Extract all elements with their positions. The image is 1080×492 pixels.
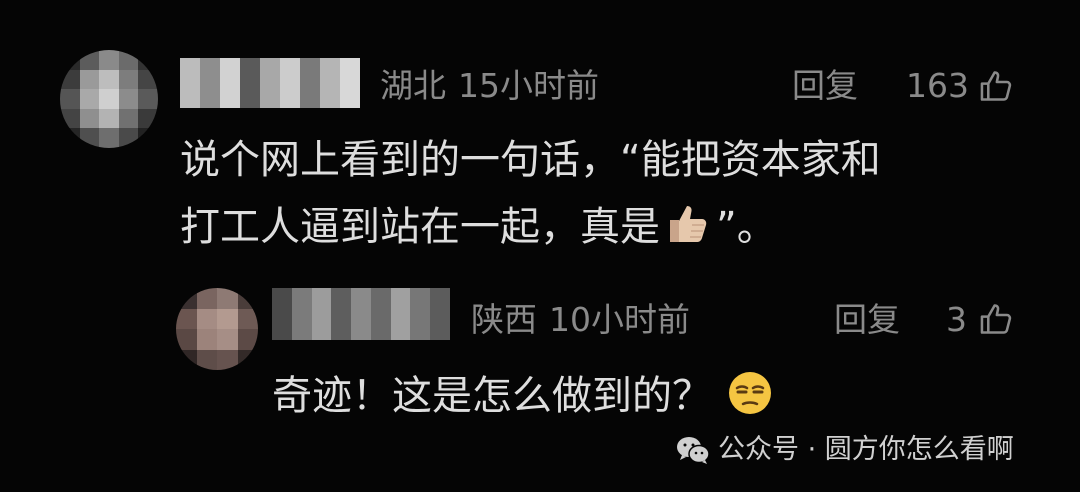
blur-pixel xyxy=(272,288,292,340)
blur-pixel xyxy=(99,108,119,129)
blur-pixel xyxy=(340,58,360,108)
blur-pixel xyxy=(200,58,220,108)
blur-pixel xyxy=(217,288,238,309)
blur-pixel xyxy=(176,288,197,309)
blur-pixel xyxy=(196,288,217,309)
blur-pixel xyxy=(118,50,139,70)
blur-pixel xyxy=(60,128,80,148)
blur-pixel xyxy=(176,349,197,370)
blur-pixel xyxy=(118,128,139,148)
blur-pixel xyxy=(79,89,100,109)
blur-pixel xyxy=(99,89,119,109)
blur-pixel xyxy=(217,349,238,370)
time-label: 15小时前 xyxy=(458,66,599,105)
blur-pixel xyxy=(311,288,332,340)
reply-reply-button[interactable]: 回复 xyxy=(834,300,900,340)
blur-pixel xyxy=(237,288,258,309)
avatar-main-comment[interactable] xyxy=(60,50,158,148)
blur-pixel xyxy=(370,288,391,340)
comment-text-before-emoji: 打工人逼到站在一起，真是 xyxy=(180,204,660,250)
blur-pixel xyxy=(196,308,217,329)
blur-pixel xyxy=(430,288,450,340)
blur-pixel xyxy=(291,288,312,340)
blur-pixel xyxy=(180,58,200,108)
thumbs-up-icon[interactable] xyxy=(978,300,1016,338)
reply-like-count: 3 xyxy=(946,300,967,339)
unamused-face-emoji-icon xyxy=(729,372,771,414)
thumbs-up-emoji-icon xyxy=(670,206,707,242)
blur-pixel xyxy=(217,308,238,329)
blur-pixel xyxy=(118,89,139,109)
blur-pixel xyxy=(351,288,371,340)
blur-pixel xyxy=(79,69,100,90)
reply-location-label: 陕西 xyxy=(471,300,537,339)
blur-pixel xyxy=(99,128,119,148)
blur-pixel xyxy=(60,108,80,129)
blur-pixel xyxy=(138,69,158,90)
blur-pixel xyxy=(260,58,280,108)
blur-pixel xyxy=(410,288,431,340)
blur-pixel xyxy=(79,108,100,129)
blur-pixel xyxy=(99,69,119,90)
watermark-text: 公众号 · 圆方你怎么看啊 xyxy=(718,434,1014,465)
blur-pixel xyxy=(138,108,158,129)
comment-text-line-1: 说个网上看到的一句话，“能把资本家和 xyxy=(180,137,881,183)
thumbs-up-icon[interactable] xyxy=(978,67,1016,105)
author-name-blurred[interactable] xyxy=(180,58,360,108)
blur-pixel xyxy=(320,58,340,108)
blur-pixel xyxy=(300,58,320,108)
blur-pixel xyxy=(220,58,240,108)
blur-pixel xyxy=(138,89,158,109)
blur-pixel xyxy=(138,50,158,70)
wechat-icon xyxy=(677,437,710,464)
blur-pixel xyxy=(99,50,119,70)
comment-meta: 湖北 15小时前 xyxy=(380,66,599,106)
comment-text-after-emoji: ”。 xyxy=(716,204,777,250)
like-count: 163 xyxy=(906,66,969,105)
blur-pixel xyxy=(217,329,238,350)
blur-pixel xyxy=(176,308,197,329)
blur-pixel xyxy=(60,50,80,70)
blur-pixel xyxy=(60,69,80,90)
blur-pixel xyxy=(60,89,80,109)
blur-pixel xyxy=(390,288,411,340)
blur-pixel xyxy=(196,329,217,350)
blur-pixel xyxy=(237,349,258,370)
blur-pixel xyxy=(237,308,258,329)
blur-pixel xyxy=(79,128,100,148)
reply-time-label: 10小时前 xyxy=(549,300,690,339)
blur-pixel xyxy=(79,50,100,70)
avatar-reply[interactable] xyxy=(176,288,258,370)
reply-text-content: 奇迹！这是怎么做到的？ xyxy=(272,373,712,419)
blur-pixel xyxy=(280,58,300,108)
blur-pixel xyxy=(240,58,260,108)
blur-pixel xyxy=(118,108,139,129)
comment-text-line-2: 打工人逼到站在一起，真是 ”。 xyxy=(180,195,777,259)
blur-pixel xyxy=(331,288,352,340)
blur-pixel xyxy=(196,349,217,370)
reply-button[interactable]: 回复 xyxy=(792,66,858,106)
blur-pixel xyxy=(176,329,197,350)
blur-pixel xyxy=(118,69,139,90)
reply-text: 奇迹！这是怎么做到的？ xyxy=(272,364,778,428)
reply-author-name-blurred[interactable] xyxy=(272,288,450,340)
watermark: 公众号 · 圆方你怎么看啊 xyxy=(676,432,1014,468)
reply-meta: 陕西 10小时前 xyxy=(471,300,690,340)
blur-pixel xyxy=(237,329,258,350)
blur-pixel xyxy=(138,128,158,148)
location-label: 湖北 xyxy=(380,66,446,105)
